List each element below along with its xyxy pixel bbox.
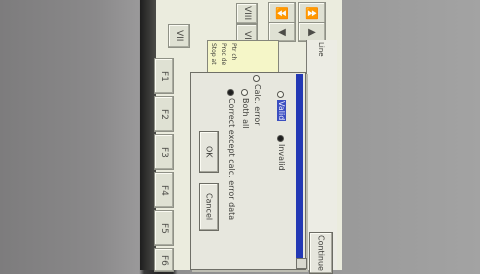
step-back-button[interactable]: ◀ <box>268 22 296 42</box>
info-panel: Stop at Proc de Ptr ch <box>207 40 279 76</box>
function-key-f2[interactable]: F2 <box>154 96 174 132</box>
option-calc-error-label[interactable]: Calc. error <box>253 84 262 126</box>
fast-rewind-button[interactable]: ⏪ <box>268 2 296 24</box>
step-back-icon: ◀ <box>278 26 286 38</box>
right-panel: Line Continue <box>306 40 337 274</box>
function-key-f6[interactable]: F6 <box>154 248 174 272</box>
filter-dialog: Valid Invalid Calc. error Both all Corre… <box>190 72 306 270</box>
scroll-button[interactable] <box>296 258 307 269</box>
function-key-f5[interactable]: F5 <box>154 210 174 246</box>
function-key-f1[interactable]: F1 <box>154 58 174 94</box>
toolbar-key-vii[interactable]: VII <box>168 24 190 48</box>
radio-invalid[interactable] <box>277 135 284 142</box>
toolbar-key-viii[interactable]: VIII <box>236 3 258 24</box>
function-key-f4[interactable]: F4 <box>154 172 174 208</box>
option-both-all-label[interactable]: Both all <box>241 98 250 128</box>
continue-button[interactable]: Continue <box>309 232 333 274</box>
radio-calc-error[interactable] <box>253 75 260 82</box>
right-panel-title: Line <box>317 42 325 57</box>
fast-rewind-icon: ⏪ <box>275 6 289 20</box>
fast-forward-button[interactable]: ⏩ <box>298 2 326 24</box>
option-valid-label[interactable]: Valid <box>277 100 286 122</box>
option-correct-except-label[interactable]: Correct except calc. error data <box>227 98 236 220</box>
radio-both-all[interactable] <box>241 89 248 96</box>
radio-correct-except[interactable] <box>227 89 234 96</box>
selection-bar <box>296 74 303 260</box>
step-forward-button[interactable]: ▶ <box>298 22 326 42</box>
function-key-f3[interactable]: F3 <box>154 134 174 170</box>
ok-button[interactable]: OK <box>199 131 219 173</box>
step-forward-icon: ▶ <box>308 26 316 38</box>
info-line-2: Proc de <box>220 43 227 66</box>
info-line-1: Stop at <box>210 43 217 65</box>
fast-forward-icon: ⏩ <box>305 6 319 20</box>
radio-valid[interactable] <box>277 91 284 98</box>
cancel-button[interactable]: Cancel <box>199 183 219 231</box>
info-line-3: Ptr ch <box>230 43 237 61</box>
option-invalid-label[interactable]: Invalid <box>277 144 286 171</box>
